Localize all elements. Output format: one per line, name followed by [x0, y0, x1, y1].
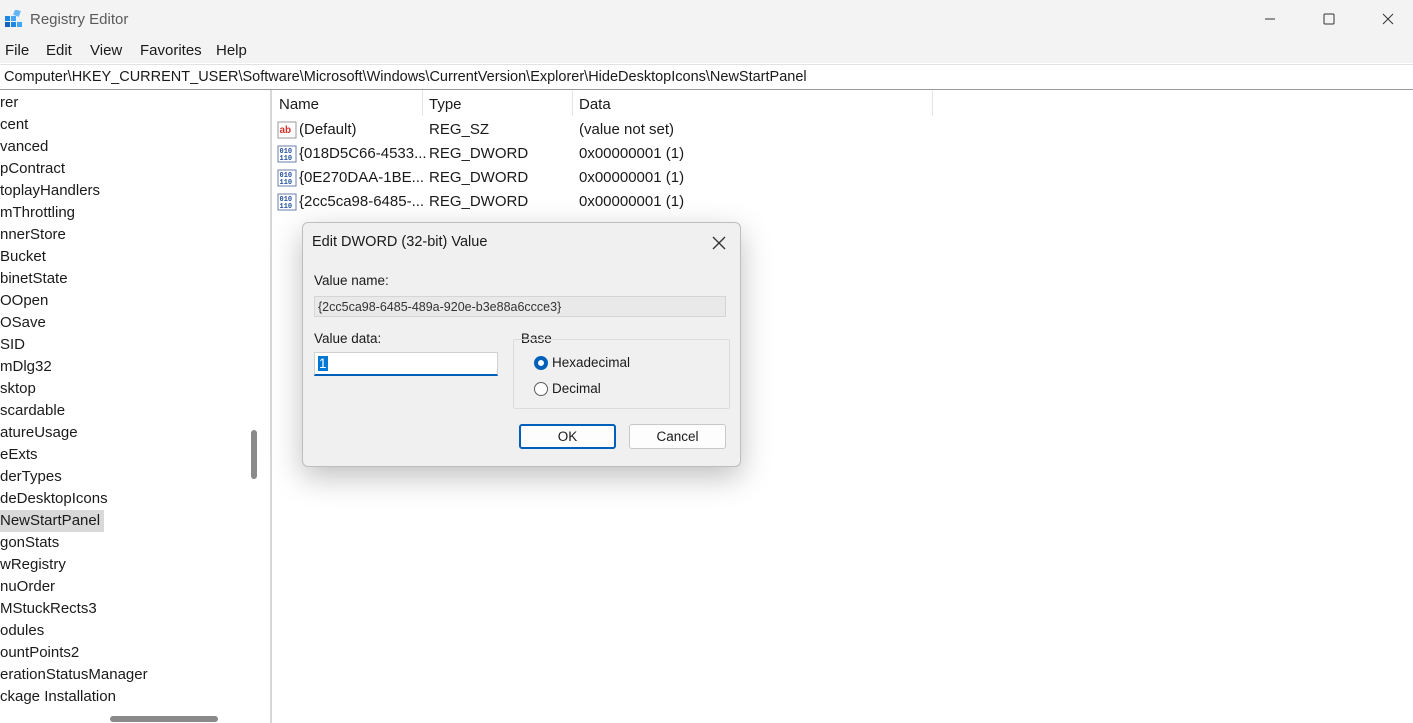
minimize-button[interactable]: [1247, 0, 1293, 38]
list-row[interactable]: ab (Default) REG_SZ (value not set): [272, 118, 952, 142]
decimal-label[interactable]: Decimal: [552, 381, 601, 396]
value-type: REG_DWORD: [429, 193, 529, 210]
tree-item[interactable]: mThrottling: [0, 202, 75, 224]
close-icon: [1382, 13, 1394, 25]
tree-item[interactable]: sktop: [0, 378, 36, 400]
value-data: 0x00000001 (1): [579, 145, 685, 162]
tree-item[interactable]: nnerStore: [0, 224, 66, 246]
menu-edit[interactable]: Edit: [46, 42, 72, 59]
close-window-button[interactable]: [1365, 0, 1411, 38]
column-divider[interactable]: [932, 90, 933, 116]
value-data: (value not set): [579, 121, 675, 138]
menu-favorites[interactable]: Favorites: [140, 42, 202, 59]
tree-vertical-scroll-thumb[interactable]: [251, 430, 257, 479]
window-title: Registry Editor: [30, 11, 129, 28]
value-data: 0x00000001 (1): [579, 193, 685, 210]
tree-item[interactable]: SID: [0, 334, 25, 356]
maximize-icon: [1323, 13, 1335, 25]
tree-item[interactable]: Bucket: [0, 246, 46, 268]
tree-item[interactable]: mDlg32: [0, 356, 52, 378]
tree-item[interactable]: OOpen: [0, 290, 48, 312]
column-header-type[interactable]: Type: [429, 96, 462, 113]
tree-item[interactable]: nuOrder: [0, 576, 55, 598]
svg-text:110: 110: [280, 203, 293, 211]
value-data-input[interactable]: 1: [314, 352, 498, 376]
tree-item[interactable]: deDesktopIcons: [0, 488, 108, 510]
tree-item[interactable]: ountPoints2: [0, 642, 79, 664]
minimize-icon: [1265, 18, 1275, 20]
dialog-body: Value name: {2cc5ca98-6485-489a-920e-b3e…: [303, 261, 740, 466]
tree-item[interactable]: atureUsage: [0, 422, 78, 444]
value-name: {0E270DAA-1BE...: [299, 169, 425, 186]
menu-view[interactable]: View: [90, 42, 122, 59]
value-name-label: Value name:: [314, 273, 389, 288]
value-name: (Default): [299, 121, 357, 138]
menu-bar: File Edit View Favorites Help: [0, 38, 1413, 63]
ok-button[interactable]: OK: [519, 424, 616, 449]
decimal-radio[interactable]: [534, 382, 548, 396]
base-group: Hexadecimal Decimal: [513, 339, 730, 409]
value-data: 0x00000001 (1): [579, 169, 685, 186]
menu-file[interactable]: File: [5, 42, 29, 59]
tree-item[interactable]: binetState: [0, 268, 68, 290]
list-row[interactable]: 010 110 {0E270DAA-1BE... REG_DWORD 0x000…: [272, 166, 952, 190]
value-name-field: {2cc5ca98-6485-489a-920e-b3e88a6ccce3}: [314, 296, 726, 317]
tree-item[interactable]: gonStats: [0, 532, 59, 554]
cancel-button[interactable]: Cancel: [629, 424, 726, 449]
value-data-label: Value data:: [314, 331, 382, 346]
list-row[interactable]: 010 110 {018D5C66-4533... REG_DWORD 0x00…: [272, 142, 952, 166]
tree-item-selected[interactable]: NewStartPanel: [0, 510, 105, 532]
binary-value-icon: 010 110: [277, 169, 297, 187]
column-header-name[interactable]: Name: [279, 96, 319, 113]
tree-item[interactable]: eExts: [0, 444, 38, 466]
value-type: REG_SZ: [429, 121, 490, 138]
key-tree: rer cent vanced pContract toplayHandlers…: [0, 90, 244, 708]
tree-item[interactable]: MStuckRects3: [0, 598, 97, 620]
tree-item[interactable]: rer: [0, 92, 18, 114]
svg-text:110: 110: [280, 179, 293, 187]
tree-item[interactable]: toplayHandlers: [0, 180, 100, 202]
tree-horizontal-scroll-thumb[interactable]: [110, 716, 218, 722]
list-header: Name Type Data: [272, 90, 933, 116]
column-divider[interactable]: [422, 90, 423, 116]
close-icon: [712, 236, 726, 250]
tree-item[interactable]: OSave: [0, 312, 46, 334]
svg-text:110: 110: [280, 155, 293, 163]
value-type: REG_DWORD: [429, 169, 529, 186]
tree-item[interactable]: vanced: [0, 136, 48, 158]
tree-vertical-scrollbar[interactable]: [244, 90, 264, 708]
value-data-text: 1: [318, 356, 328, 371]
dialog-title: Edit DWORD (32-bit) Value: [312, 234, 488, 250]
value-type: REG_DWORD: [429, 145, 529, 162]
binary-value-icon: 010 110: [277, 145, 297, 163]
svg-text:ab: ab: [280, 125, 292, 136]
value-name: {018D5C66-4533...: [299, 145, 427, 162]
tree-item[interactable]: derTypes: [0, 466, 62, 488]
menu-help[interactable]: Help: [216, 42, 247, 59]
tree-item[interactable]: erationStatusManager: [0, 664, 148, 686]
tree-item[interactable]: wRegistry: [0, 554, 66, 576]
string-value-icon: ab: [277, 121, 297, 139]
tree-item[interactable]: ckage Installation: [0, 686, 116, 708]
registry-editor-icon: [5, 10, 22, 27]
tree-item[interactable]: pContract: [0, 158, 65, 180]
address-bar[interactable]: Computer\HKEY_CURRENT_USER\Software\Micr…: [0, 64, 1413, 90]
column-divider[interactable]: [572, 90, 573, 116]
hexadecimal-label[interactable]: Hexadecimal: [552, 355, 630, 370]
tree-item[interactable]: scardable: [0, 400, 65, 422]
tree-item[interactable]: cent: [0, 114, 28, 136]
title-bar: Registry Editor: [0, 0, 1413, 38]
value-name: {2cc5ca98-6485-...: [299, 193, 425, 210]
edit-dword-dialog: Edit DWORD (32-bit) Value Value name: {2…: [302, 222, 741, 467]
dialog-close-button[interactable]: [708, 232, 730, 254]
binary-value-icon: 010 110: [277, 193, 297, 211]
column-header-data[interactable]: Data: [579, 96, 611, 113]
hexadecimal-radio[interactable]: [534, 356, 548, 370]
tree-item[interactable]: odules: [0, 620, 44, 642]
maximize-button[interactable]: [1306, 0, 1352, 38]
address-path[interactable]: Computer\HKEY_CURRENT_USER\Software\Micr…: [4, 69, 807, 85]
list-row[interactable]: 010 110 {2cc5ca98-6485-... REG_DWORD 0x0…: [272, 190, 952, 214]
